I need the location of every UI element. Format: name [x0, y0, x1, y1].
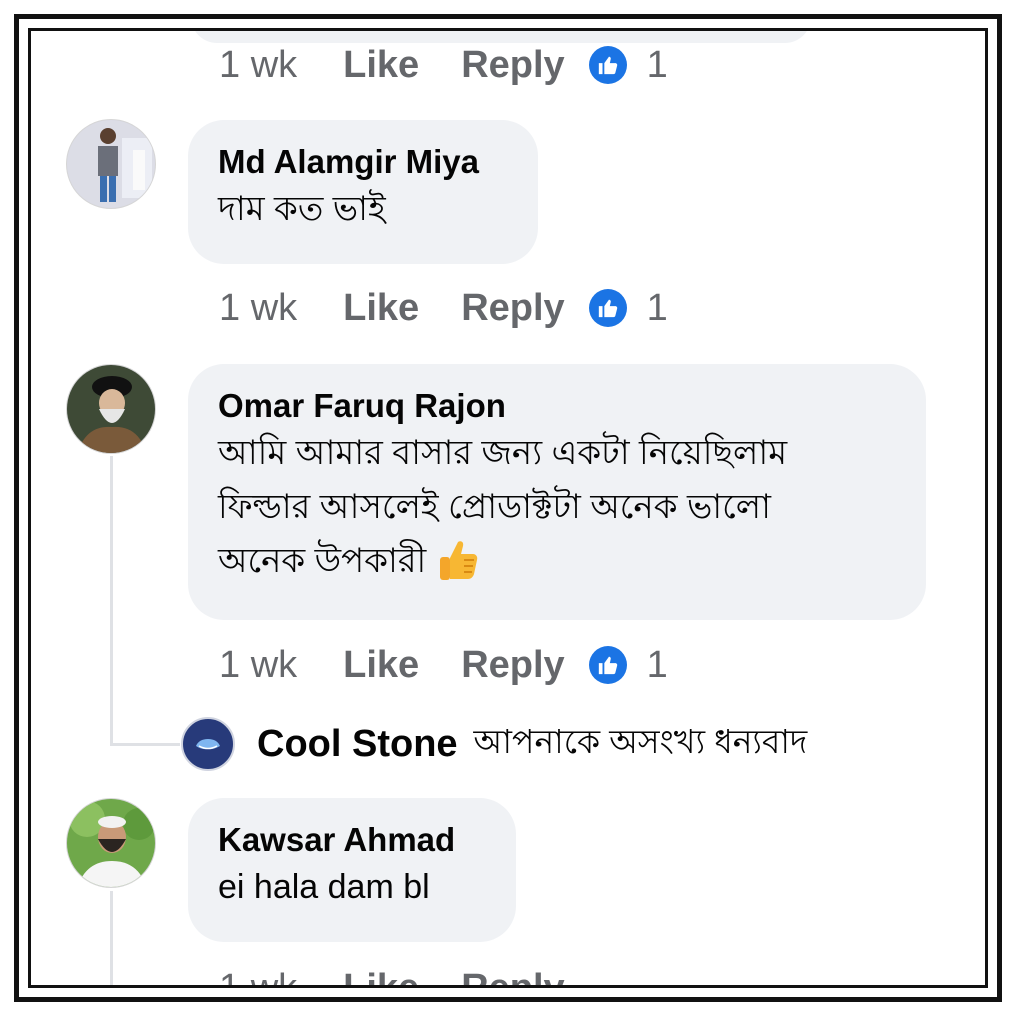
comment-text-line: দাম কত ভাই — [218, 190, 386, 228]
comment-author[interactable]: Kawsar Ahmad — [218, 820, 486, 860]
avatar-cool-stone[interactable] — [181, 717, 235, 771]
comment-text-line: অনেক উপকারী — [218, 542, 427, 580]
reply-button[interactable]: Reply — [461, 287, 564, 330]
like-reaction-icon[interactable] — [588, 646, 627, 684]
reply-text: আপনাকে অসংখ্য ধন্যবাদ — [473, 723, 808, 760]
like-button[interactable]: Like — [343, 287, 419, 330]
reply-author[interactable]: Cool Stone — [257, 723, 458, 766]
comment-actions: 1 wk Like Reply — [219, 963, 607, 986]
comment-author[interactable]: Md Alamgir Miya — [218, 142, 508, 182]
avatar-omar-faruq-rajon[interactable] — [66, 364, 156, 454]
comment-actions: 1 wk Like Reply 1 — [219, 640, 668, 690]
avatar-kawsar-ahmad[interactable] — [66, 798, 156, 888]
comment-text: আমি আমার বাসার জন্য একটা নিয়েছিলাম ফিল্… — [218, 426, 896, 598]
reaction-count: 1 — [646, 286, 668, 329]
thread-line — [110, 891, 113, 985]
comment-time[interactable]: 1 wk — [219, 44, 297, 87]
comment-text-line: ফিল্ডার আসলেই প্রোডাক্টটা অনেক ভালো — [218, 488, 772, 526]
comment-time[interactable]: 1 wk — [219, 967, 297, 986]
avatar-md-alamgir-miya[interactable] — [66, 119, 156, 209]
previous-comment-actions: 1 wk Like Reply 1 — [219, 40, 668, 90]
comment-actions: 1 wk Like Reply 1 — [219, 283, 668, 333]
comment-section: 1 wk Like Reply 1 Md Alamgir Miya দাম কত… — [28, 28, 988, 988]
comment-text: দাম কত ভাই — [218, 182, 508, 236]
reply-button[interactable]: Reply — [461, 644, 564, 687]
comment-author[interactable]: Omar Faruq Rajon — [218, 386, 896, 426]
like-button[interactable]: Like — [343, 644, 419, 687]
like-button[interactable]: Like — [343, 967, 419, 986]
reply-button[interactable]: Reply — [461, 967, 564, 986]
comment-time[interactable]: 1 wk — [219, 287, 297, 330]
comment-text: ei hala dam bl — [218, 860, 486, 914]
like-reaction-icon[interactable] — [588, 46, 627, 84]
like-reaction-icon[interactable] — [588, 289, 627, 327]
thread-line-branch — [110, 743, 180, 746]
reaction-count: 1 — [646, 643, 668, 686]
thread-line — [110, 456, 113, 746]
comment-text-line: আমি আমার বাসার জন্য একটা নিয়েছিলাম — [218, 434, 788, 472]
comment-time[interactable]: 1 wk — [219, 644, 297, 687]
comment-bubble: Omar Faruq Rajon আমি আমার বাসার জন্য একট… — [188, 364, 926, 620]
comment-text-line: ei hala dam bl — [218, 868, 430, 906]
reaction-count: 1 — [646, 43, 668, 86]
comment-bubble: Kawsar Ahmad ei hala dam bl — [188, 798, 516, 942]
comment-bubble: Md Alamgir Miya দাম কত ভাই — [188, 120, 538, 264]
reply-preview[interactable]: Cool Stone আপনাকে অসংখ্য ধন্যবাদ — [181, 716, 807, 772]
reply-button[interactable]: Reply — [461, 44, 564, 87]
comment-text-line-with-emoji: অনেক উপকারী — [218, 534, 896, 598]
thumbs-up-emoji-icon — [436, 538, 480, 598]
like-button[interactable]: Like — [343, 44, 419, 87]
